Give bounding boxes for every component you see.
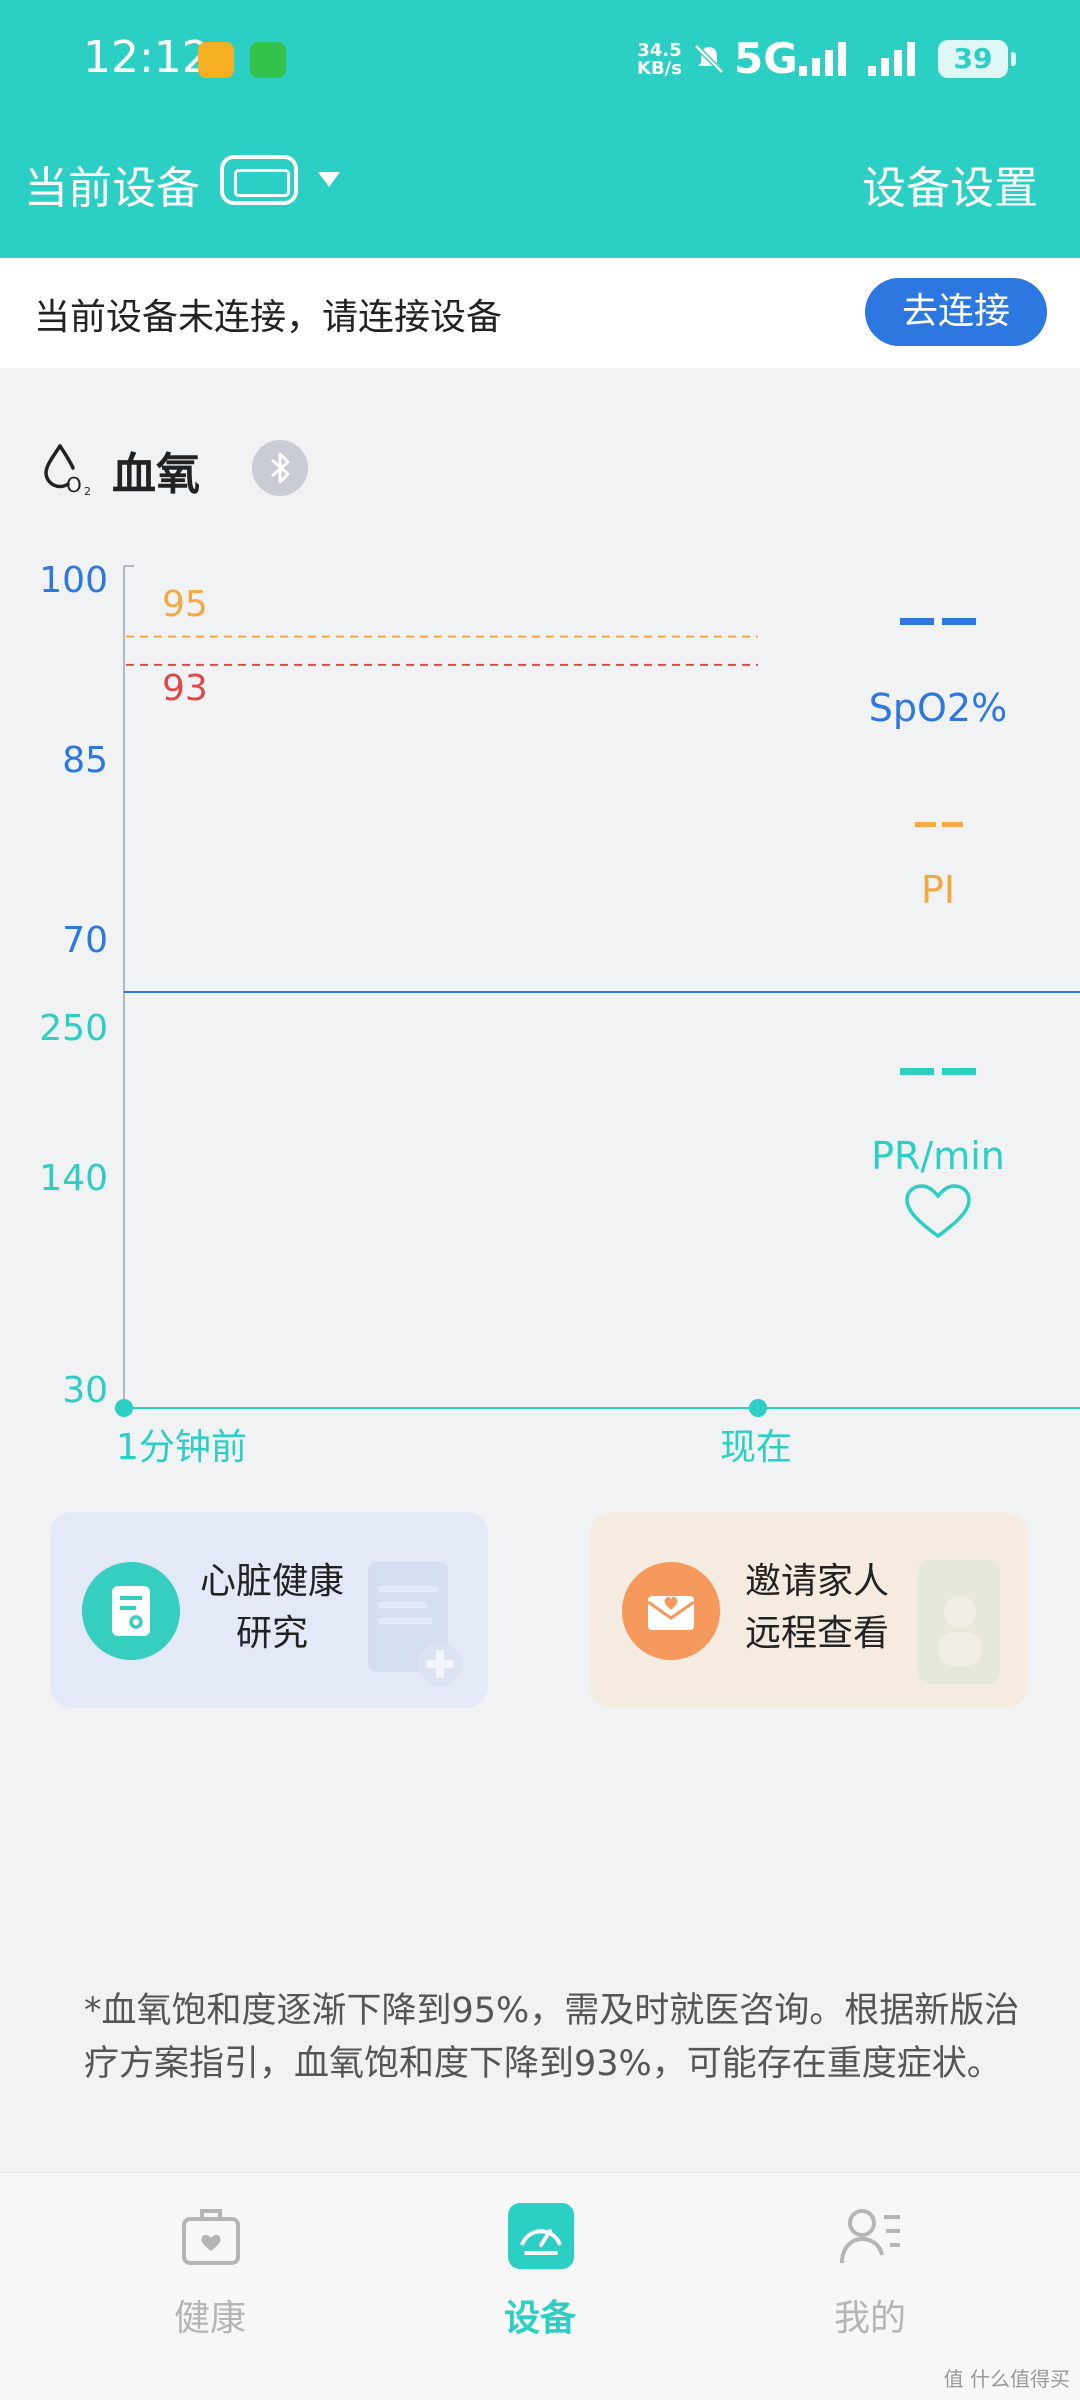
bottom-nav: 健康 设备 我的 值 什么值得买: [0, 2172, 1080, 2400]
net-speed-unit: KB/s: [637, 58, 682, 79]
y-tick-spo2: 85: [62, 740, 108, 781]
bell-muted-icon: [694, 44, 724, 74]
svg-text:O: O: [66, 473, 82, 496]
spo2-footnote: *血氧饱和度逐渐下降到95%，需及时就医咨询。根据新版治疗方案指引，血氧饱和度下…: [84, 1991, 1020, 2084]
status-time: 12:12: [83, 32, 210, 83]
y-tick-pr: 140: [39, 1158, 108, 1199]
family-illustration: [918, 1560, 1000, 1684]
app-header: 12:12 34.5 KB/s 5G 39 当前设备 设备设置: [0, 0, 1080, 258]
signal-icon: [799, 42, 846, 76]
invite-family-label: 邀请家人 远程查看: [745, 1556, 889, 1660]
pi-value-placeholder: [915, 822, 963, 827]
nav-label-mine: 我的: [833, 2298, 906, 2339]
heart-health-label-line2: 研究: [236, 1613, 309, 1654]
svg-text:2: 2: [84, 485, 91, 496]
y-tick-pr: 250: [39, 1008, 108, 1049]
nav-label-device: 设备: [503, 2298, 576, 2339]
current-device-title: 当前设备: [24, 163, 200, 214]
heart-health-card[interactable]: 心脏健康 研究: [50, 1512, 488, 1708]
network-type: 5G: [734, 34, 798, 83]
heart-health-label: 心脏健康 研究: [200, 1556, 344, 1660]
threshold-label-93: 93: [162, 668, 208, 709]
y-tick-spo2: 100: [39, 560, 108, 601]
medical-kit-icon: [182, 2209, 240, 2265]
connection-message: 当前设备未连接，请连接设备: [34, 297, 503, 338]
invite-family-label-line2: 远程查看: [745, 1613, 890, 1654]
threshold-label-95: 95: [162, 584, 208, 625]
nav-tab-device[interactable]: 设备: [390, 2173, 690, 2400]
heart-icon: [905, 1184, 971, 1239]
clipboard-illustration: [368, 1562, 462, 1686]
security-app-icon: [250, 42, 286, 78]
heart-health-label-line1: 心脏健康: [200, 1561, 345, 1602]
status-bar: 12:12 34.5 KB/s 5G 39: [0, 0, 1080, 125]
y-tick-spo2: 70: [62, 920, 108, 961]
battery-icon: 39: [938, 40, 1016, 78]
pr-value-placeholder: [900, 1068, 976, 1075]
spo2-chart: 100 85 70 250 140 30 95 93 1分钟前 现在 SpO2%…: [0, 540, 1080, 1470]
legend-spo2: SpO2%: [868, 686, 1008, 730]
chevron-down-icon[interactable]: [318, 172, 340, 187]
stethoscope-doc-icon: [82, 1562, 180, 1660]
device-switch-icon[interactable]: [220, 155, 298, 205]
invite-family-label-line1: 邀请家人: [745, 1561, 890, 1602]
oxygen-drop-icon: O 2: [44, 444, 91, 496]
gauge-icon: [508, 2203, 574, 2269]
x-axis-start-dot: [115, 1399, 133, 1417]
profile-icon: [840, 2209, 900, 2264]
spo2-value-placeholder: [900, 618, 976, 625]
y-tick-pr: 30: [62, 1370, 108, 1411]
invite-family-card[interactable]: 邀请家人 远程查看: [590, 1512, 1028, 1708]
net-speed: 34.5 KB/s: [637, 42, 682, 78]
nav-label-health: 健康: [173, 2298, 246, 2339]
device-settings-button[interactable]: 设备设置: [862, 152, 1038, 216]
watermark: 值 什么值得买: [943, 2367, 1070, 2391]
app-notification-icon: [198, 42, 234, 78]
envelope-heart-icon: [622, 1562, 720, 1660]
chart-title: 血氧: [112, 449, 200, 500]
x-tick-now: 现在: [720, 1427, 793, 1468]
legend-pi: PI: [920, 868, 956, 912]
signal-icon: [868, 42, 915, 76]
connection-banner: 当前设备未连接，请连接设备 去连接: [0, 258, 1080, 368]
bluetooth-icon[interactable]: [252, 440, 308, 496]
nav-tab-health[interactable]: 健康: [60, 2173, 360, 2400]
x-axis-now-dot: [749, 1399, 767, 1417]
connect-button[interactable]: 去连接: [865, 278, 1047, 346]
x-tick-start: 1分钟前: [116, 1427, 247, 1468]
legend-pr: PR/min: [871, 1134, 1005, 1178]
